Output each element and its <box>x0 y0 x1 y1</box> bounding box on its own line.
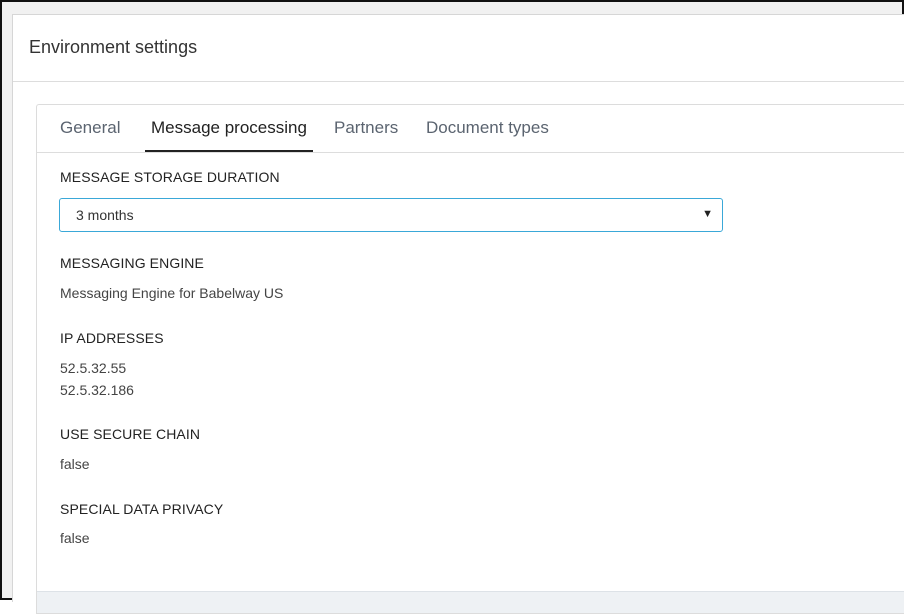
use-secure-chain-label: USE SECURE CHAIN <box>60 426 201 442</box>
special-data-privacy-value: false <box>60 530 90 546</box>
ip-addresses-label: IP ADDRESSES <box>60 330 164 346</box>
special-data-privacy-label: SPECIAL DATA PRIVACY <box>60 501 224 517</box>
ip-address-2: 52.5.32.186 <box>60 382 134 398</box>
card-footer <box>37 591 904 613</box>
messaging-engine-label: MESSAGING ENGINE <box>60 255 204 271</box>
environment-settings-panel: Environment settings General Message pro… <box>12 14 904 614</box>
tab-partners[interactable]: Partners <box>328 117 404 152</box>
tab-document-types[interactable]: Document types <box>420 117 555 152</box>
screenshot-frame: Environment settings General Message pro… <box>0 0 904 614</box>
message-storage-duration-label: MESSAGE STORAGE DURATION <box>60 169 280 185</box>
page-header: Environment settings <box>13 15 904 82</box>
page-title: Environment settings <box>29 37 198 57</box>
message-storage-duration-select[interactable]: 3 months ▼ <box>59 198 723 232</box>
tab-general[interactable]: General <box>54 117 126 152</box>
tab-bar: General Message processing Partners Docu… <box>37 105 904 153</box>
ip-address-1: 52.5.32.55 <box>60 360 127 376</box>
message-storage-duration-value: 3 months <box>76 207 134 223</box>
settings-card: General Message processing Partners Docu… <box>36 104 904 614</box>
messaging-engine-value: Messaging Engine for Babelway US <box>60 285 284 301</box>
use-secure-chain-value: false <box>60 456 90 472</box>
tab-message-processing[interactable]: Message processing <box>145 117 313 152</box>
content-area: General Message processing Partners Docu… <box>13 82 904 614</box>
caret-down-icon: ▼ <box>702 208 713 220</box>
